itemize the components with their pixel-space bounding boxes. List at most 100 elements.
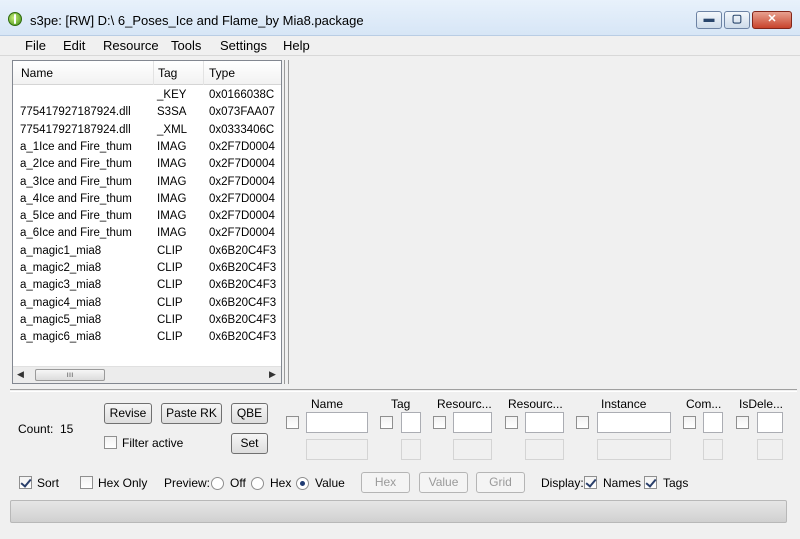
preview-off-label: Off xyxy=(230,476,246,490)
list-item[interactable]: a_1Ice and Fire_thum IMAG 0x2F7D0004 xyxy=(13,139,281,156)
filter-instance-input[interactable] xyxy=(597,412,671,433)
qbe-button[interactable]: QBE xyxy=(231,403,268,424)
maximize-button[interactable]: ▢ xyxy=(724,11,750,29)
filter-isdeleted-label: IsDele... xyxy=(739,397,784,411)
filter-tag-checkbox[interactable] xyxy=(380,416,393,429)
row-tag: IMAG xyxy=(157,175,187,188)
count-value: 15 xyxy=(60,422,74,436)
filter-resource-type-checkbox[interactable] xyxy=(433,416,446,429)
filter-name-checkbox[interactable] xyxy=(286,416,299,429)
filter-resource-group-input[interactable] xyxy=(525,412,564,433)
list-item[interactable]: a_magic5_mia8 CLIP 0x6B20C4F3 xyxy=(13,312,281,329)
menu-tools[interactable]: Tools xyxy=(171,38,201,53)
preview-off-radio[interactable] xyxy=(211,477,224,490)
column-tag[interactable]: Tag xyxy=(158,66,177,80)
menu-edit[interactable]: Edit xyxy=(63,38,85,53)
horizontal-scrollbar[interactable]: ◀ ııı ▶ xyxy=(13,366,281,383)
filter-name-input[interactable] xyxy=(306,412,368,433)
grid-button[interactable]: Grid xyxy=(476,472,525,493)
menu-resource[interactable]: Resource xyxy=(103,38,159,53)
scroll-right-icon[interactable]: ▶ xyxy=(269,369,276,380)
list-item[interactable]: a_magic1_mia8 CLIP 0x6B20C4F3 xyxy=(13,243,281,260)
list-item[interactable]: 775417927187924.dll _XML 0x0333406C xyxy=(13,122,281,139)
close-button[interactable]: ✕ xyxy=(752,11,792,29)
filter-active-label: Filter active xyxy=(122,436,184,450)
minimize-button[interactable]: ▬ xyxy=(696,11,722,29)
row-type: 0x6B20C4F3 xyxy=(209,244,277,257)
column-type[interactable]: Type xyxy=(209,66,235,80)
filter-isdeleted-input[interactable] xyxy=(757,412,783,433)
value-button[interactable]: Value xyxy=(419,472,468,493)
row-tag: CLIP xyxy=(157,279,183,292)
row-name: a_magic6_mia8 xyxy=(20,331,102,344)
list-item[interactable]: a_6Ice and Fire_thum IMAG 0x2F7D0004 xyxy=(13,225,281,242)
window-title: s3pe: [RW] D:\ 6_Poses_Ice and Flame_by … xyxy=(30,13,364,28)
row-tag: IMAG xyxy=(157,227,187,240)
filter-resource-type-value-field xyxy=(453,439,492,460)
sort-checkbox[interactable] xyxy=(19,476,32,489)
row-type: 0x6B20C4F3 xyxy=(209,262,277,274)
horizontal-splitter[interactable] xyxy=(10,389,797,392)
list-item[interactable]: a_magic2_mia8 CLIP 0x6B20C4F3 xyxy=(13,260,281,277)
row-name: a_magic3_mia8 xyxy=(20,279,102,292)
row-type: 0x0166038C xyxy=(209,89,275,101)
filter-isdeleted-checkbox[interactable] xyxy=(736,416,749,429)
revise-button[interactable]: Revise xyxy=(104,403,152,424)
list-item[interactable]: a_3Ice and Fire_thum IMAG 0x2F7D0004 xyxy=(13,174,281,191)
menu-settings[interactable]: Settings xyxy=(220,38,267,53)
set-button[interactable]: Set xyxy=(231,433,268,454)
list-item[interactable]: a_magic3_mia8 CLIP 0x6B20C4F3 xyxy=(13,277,281,294)
resource-list[interactable]: Name Tag Type _KEY 0x0166038C 775417927187… xyxy=(12,60,282,384)
column-separator[interactable] xyxy=(153,61,154,85)
app-icon xyxy=(8,12,22,26)
preview-hex-radio[interactable] xyxy=(251,477,264,490)
filter-compressed-checkbox[interactable] xyxy=(683,416,696,429)
row-tag: CLIP xyxy=(157,313,183,326)
row-type: 0x6B20C4F3 xyxy=(209,279,277,292)
list-item[interactable]: a_magic4_mia8 CLIP 0x6B20C4F3 xyxy=(13,295,281,312)
filter-compressed-input[interactable] xyxy=(703,412,723,433)
tags-checkbox[interactable] xyxy=(644,476,657,489)
row-type: 0x2F7D0004 xyxy=(209,192,275,205)
row-tag: CLIP xyxy=(157,244,183,257)
filter-resource-type-input[interactable] xyxy=(453,412,492,433)
preview-pane xyxy=(290,57,797,387)
column-name[interactable]: Name xyxy=(21,66,53,80)
paste-rk-button[interactable]: Paste RK xyxy=(161,403,222,424)
filter-instance-checkbox[interactable] xyxy=(576,416,589,429)
names-checkbox[interactable] xyxy=(584,476,597,489)
menu-help[interactable]: Help xyxy=(283,38,310,53)
row-tag: IMAG xyxy=(157,192,187,205)
filter-resource-group-label: Resourc... xyxy=(508,397,563,411)
preview-value-radio[interactable] xyxy=(296,477,309,490)
hex-only-checkbox[interactable] xyxy=(80,476,93,489)
row-name: a_magic1_mia8 xyxy=(20,244,102,257)
row-name: a_5Ice and Fire_thum xyxy=(20,210,132,223)
list-item[interactable]: a_4Ice and Fire_thum IMAG 0x2F7D0004 xyxy=(13,191,281,208)
filter-active-checkbox[interactable] xyxy=(104,436,117,449)
display-label: Display: xyxy=(541,476,584,490)
list-item[interactable]: 775417927187924.dll S3SA 0x073FAA07 xyxy=(13,104,281,121)
row-tag: S3SA xyxy=(157,106,187,119)
list-header: Name Tag Type xyxy=(13,61,281,85)
list-item[interactable]: _KEY 0x0166038C xyxy=(13,87,281,104)
filter-resource-group-checkbox[interactable] xyxy=(505,416,518,429)
row-name: a_1Ice and Fire_thum xyxy=(20,140,132,153)
row-tag: CLIP xyxy=(157,331,183,344)
row-type: 0x2F7D0004 xyxy=(209,158,275,171)
filter-tag-input[interactable] xyxy=(401,412,421,433)
row-tag: _XML xyxy=(157,123,188,136)
status-bar xyxy=(10,500,787,523)
vertical-splitter[interactable] xyxy=(284,60,289,384)
list-item[interactable]: a_magic6_mia8 CLIP 0x6B20C4F3 xyxy=(13,329,281,346)
list-item[interactable]: a_5Ice and Fire_thum IMAG 0x2F7D0004 xyxy=(13,208,281,225)
column-separator[interactable] xyxy=(203,61,204,85)
row-type: 0x6B20C4F3 xyxy=(209,313,277,326)
hex-button[interactable]: Hex xyxy=(361,472,410,493)
row-name: 775417927187924.dll xyxy=(20,106,131,119)
menu-file[interactable]: File xyxy=(25,38,46,53)
filter-name-label: Name xyxy=(311,397,344,411)
scroll-thumb[interactable]: ııı xyxy=(35,369,105,381)
scroll-left-icon[interactable]: ◀ xyxy=(17,369,24,380)
list-item[interactable]: a_2Ice and Fire_thum IMAG 0x2F7D0004 xyxy=(13,156,281,173)
